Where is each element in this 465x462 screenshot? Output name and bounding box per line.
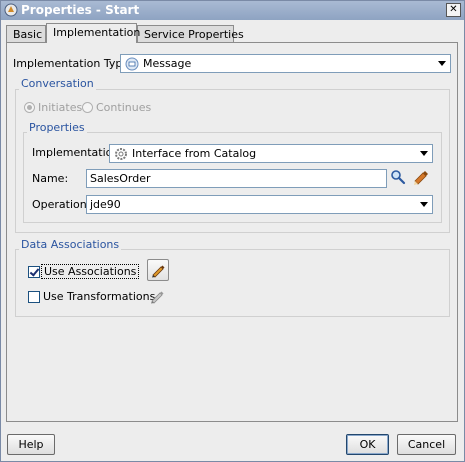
name-label: Name: xyxy=(32,172,69,185)
ok-button[interactable]: OK xyxy=(346,434,389,455)
name-field[interactable]: SalesOrder xyxy=(86,169,387,188)
tab-content: Implementation Type: Message Conversatio… xyxy=(6,42,458,422)
operation-label: Operation: xyxy=(32,198,91,211)
app-icon xyxy=(4,3,18,17)
continues-label: Continues xyxy=(96,101,152,114)
use-associations-checkbox[interactable] xyxy=(28,266,40,278)
edit-associations-button[interactable] xyxy=(147,259,169,281)
tab-label: Basic xyxy=(13,28,43,41)
implementation-type-value: Message xyxy=(143,57,192,70)
implementation-value: Interface from Catalog xyxy=(132,147,257,160)
implementation-select[interactable]: Interface from Catalog xyxy=(109,144,433,163)
use-associations-label[interactable]: Use Associations xyxy=(41,264,140,279)
operation-value: jde90 xyxy=(90,198,121,211)
title-bar[interactable]: Properties - Start ✕ xyxy=(1,1,464,20)
conversation-title: Conversation xyxy=(19,77,96,90)
chevron-down-icon xyxy=(420,151,428,156)
edit-icon[interactable] xyxy=(412,168,430,186)
name-value: SalesOrder xyxy=(90,172,151,185)
tab-service-properties[interactable]: Service Properties xyxy=(137,25,244,42)
pencil-icon xyxy=(152,265,165,278)
properties-dialog: Properties - Start ✕ Basic Implementatio… xyxy=(0,0,465,462)
tab-label: Implementation xyxy=(53,26,141,39)
initiates-radio[interactable] xyxy=(24,102,35,113)
continues-radio[interactable] xyxy=(82,102,93,113)
gear-icon xyxy=(115,148,127,160)
window-title: Properties - Start xyxy=(21,3,140,17)
data-associations-group xyxy=(15,249,450,317)
initiates-label: Initiates xyxy=(38,101,83,114)
tab-basic[interactable]: Basic xyxy=(6,25,46,42)
tab-label: Service Properties xyxy=(144,28,244,41)
search-icon[interactable] xyxy=(390,169,406,185)
help-button[interactable]: Help xyxy=(7,434,55,455)
operation-select[interactable]: jde90 xyxy=(86,195,433,214)
chevron-down-icon xyxy=(438,61,446,66)
implementation-type-select[interactable]: Message xyxy=(120,54,451,73)
close-icon: ✕ xyxy=(449,4,458,15)
close-button[interactable]: ✕ xyxy=(446,3,461,17)
data-associations-title: Data Associations xyxy=(19,238,122,251)
properties-title: Properties xyxy=(27,121,87,134)
implementation-type-label: Implementation Type: xyxy=(13,57,133,70)
use-transformations-label: Use Transformations xyxy=(43,290,156,303)
use-transformations-checkbox[interactable] xyxy=(28,291,40,303)
message-icon xyxy=(125,57,139,71)
pencil-icon[interactable] xyxy=(149,288,165,304)
chevron-down-icon xyxy=(420,202,428,207)
cancel-button[interactable]: Cancel xyxy=(397,434,456,455)
tab-implementation[interactable]: Implementation xyxy=(46,23,141,43)
